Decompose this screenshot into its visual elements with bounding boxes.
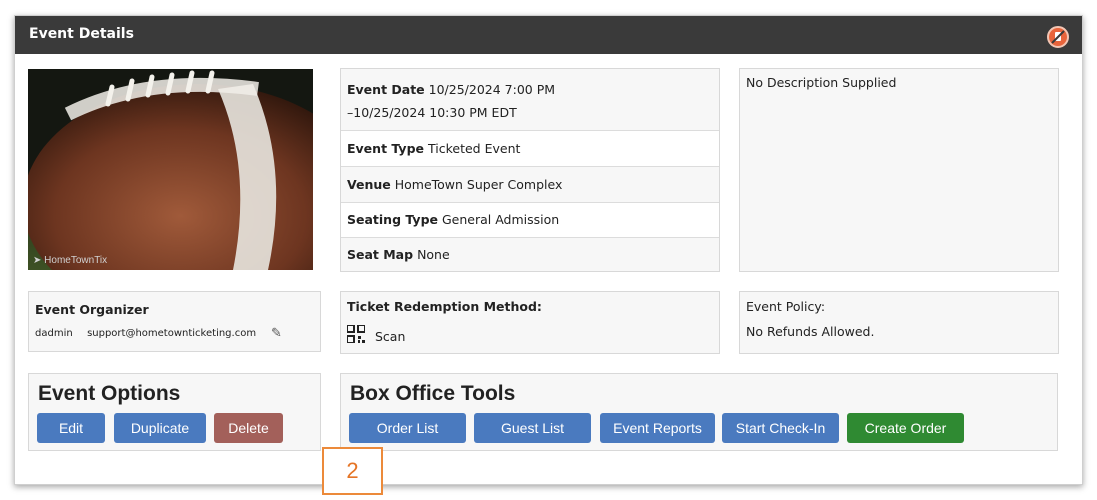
redemption-heading: Ticket Redemption Method:	[347, 299, 542, 314]
delete-button[interactable]: Delete	[214, 413, 283, 443]
policy-heading: Event Policy:	[746, 299, 826, 314]
event-type-row: Event Type Ticketed Event	[341, 130, 719, 166]
callout-number: 2	[346, 458, 359, 483]
policy-text: No Refunds Allowed.	[746, 324, 875, 339]
organizer-email: support@hometownticketing.com	[87, 328, 257, 339]
step-callout: 2	[322, 447, 383, 495]
panel-header: Event Details	[15, 16, 1082, 54]
seating-type-label: Seating Type	[347, 212, 438, 227]
event-info-box: Event Date 10/25/2024 7:00 PM –10/25/202…	[340, 68, 720, 272]
order-list-button[interactable]: Order List	[349, 413, 466, 443]
venue-value: HomeTown Super Complex	[394, 177, 563, 192]
guest-list-button[interactable]: Guest List	[474, 413, 591, 443]
event-type-value: Ticketed Event	[428, 141, 521, 156]
organizer-box: Event Organizer dadmin support@hometownt…	[28, 291, 321, 352]
event-date-row: Event Date 10/25/2024 7:00 PM –10/25/202…	[341, 69, 719, 130]
twitter-bird-icon: ➤	[33, 255, 42, 266]
organizer-heading: Event Organizer	[35, 302, 149, 317]
event-type-label: Event Type	[347, 141, 425, 156]
description-box: No Description Supplied	[739, 68, 1059, 272]
event-date-value: 10/25/2024 7:00 PM	[428, 82, 556, 97]
event-options-box: Event Options Edit Duplicate Delete	[28, 373, 321, 451]
duplicate-button[interactable]: Duplicate	[114, 413, 206, 443]
qr-code-icon	[346, 324, 366, 347]
venue-row: Venue HomeTown Super Complex	[341, 166, 719, 202]
seat-map-row: Seat Map None	[341, 237, 719, 271]
description-text: No Description Supplied	[746, 75, 897, 90]
event-options-heading: Event Options	[38, 382, 181, 405]
seating-type-value: General Admission	[441, 212, 560, 227]
create-order-button[interactable]: Create Order	[847, 413, 964, 443]
event-date-end: –10/25/2024 10:30 PM EDT	[347, 105, 517, 120]
box-office-box: Box Office Tools Order List Guest List E…	[340, 373, 1058, 451]
seat-map-value: None	[417, 247, 450, 262]
panel-title: Event Details	[29, 26, 134, 42]
policy-box: Event Policy: No Refunds Allowed.	[739, 291, 1059, 354]
football-image	[28, 69, 313, 270]
box-office-heading: Box Office Tools	[350, 382, 516, 405]
edit-button[interactable]: Edit	[37, 413, 105, 443]
event-date-label: Event Date	[347, 82, 425, 97]
venue-label: Venue	[347, 177, 391, 192]
disabled-ban-icon[interactable]	[1047, 26, 1069, 48]
organizer-username: dadmin	[35, 328, 73, 339]
seating-type-row: Seating Type General Admission	[341, 202, 719, 237]
event-image: ➤ HomeTownTix	[28, 69, 313, 270]
redemption-method: Scan	[375, 329, 406, 344]
event-reports-button[interactable]: Event Reports	[600, 413, 715, 443]
seat-map-label: Seat Map	[347, 247, 414, 262]
redemption-box: Ticket Redemption Method: Scan	[340, 291, 720, 354]
pencil-icon[interactable]: ✎	[271, 326, 282, 341]
image-caption: ➤ HomeTownTix	[33, 255, 108, 266]
start-checkin-button[interactable]: Start Check-In	[722, 413, 839, 443]
